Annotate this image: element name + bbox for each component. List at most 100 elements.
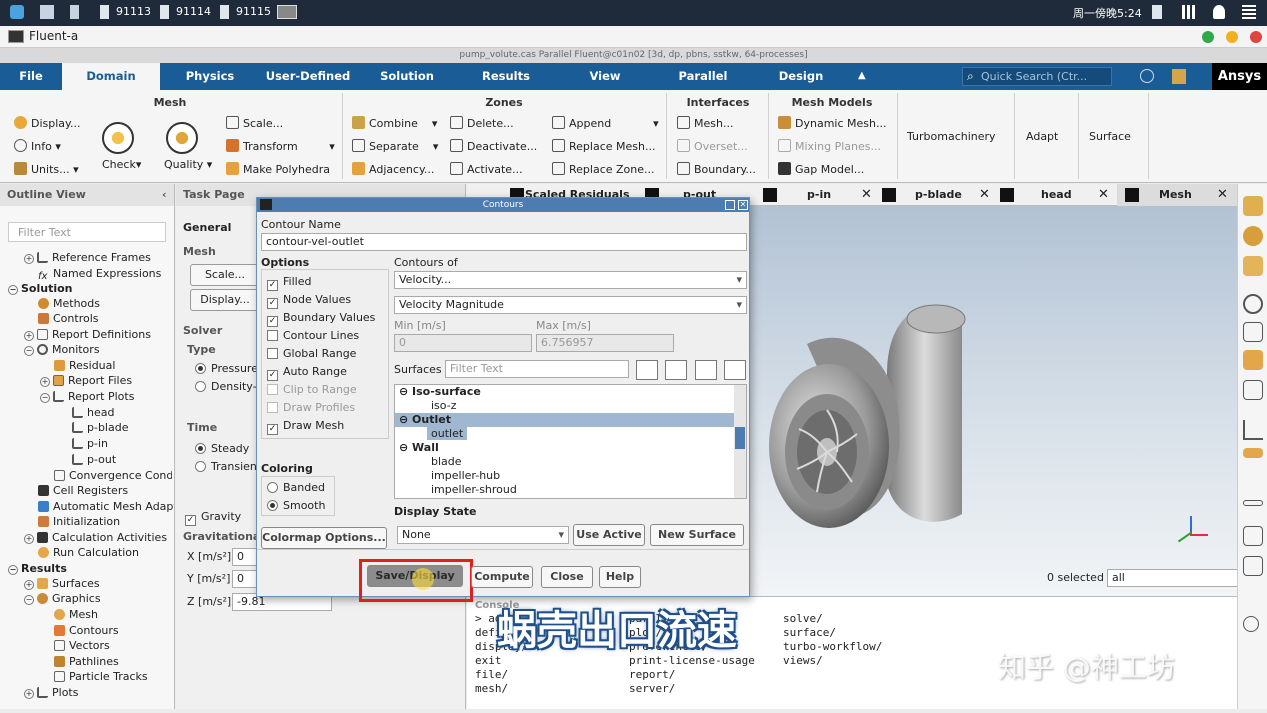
contour-lines-checkbox[interactable]: Contour Lines (267, 329, 359, 342)
colormap-options-button[interactable]: Colormap Options... (261, 527, 387, 549)
dialog-close-icon[interactable]: ✕ (738, 200, 748, 210)
list-item-impeller-hub[interactable]: impeller-hub (395, 469, 735, 483)
ruler-icon[interactable] (1243, 448, 1263, 458)
replace-mesh-button[interactable]: Replace Mesh... (552, 139, 655, 153)
menu-view[interactable]: View (570, 63, 640, 90)
display-state-select[interactable]: None (397, 526, 569, 544)
contours-of-select[interactable]: Velocity... (394, 271, 747, 289)
print-icon[interactable] (1243, 556, 1263, 576)
surfaces-list[interactable]: ⊖ Iso-surface iso-z ⊖ Outlet outlet ⊖ Wa… (394, 384, 747, 499)
pan-icon[interactable] (1243, 256, 1263, 276)
global-range-checkbox[interactable]: Global Range (267, 347, 356, 360)
collapse-icon[interactable]: − (24, 346, 34, 356)
task-scale-button[interactable]: Scale... (190, 264, 260, 286)
pressure-based-radio[interactable]: Pressure (195, 362, 258, 375)
file-icon[interactable] (70, 5, 79, 19)
adapt-button[interactable]: Adapt (1026, 130, 1058, 143)
variable-select[interactable]: Velocity Magnitude (394, 296, 747, 314)
activate-button[interactable]: Activate... (450, 162, 523, 176)
tree-results[interactable]: − Results (8, 562, 67, 575)
tab-mesh-active[interactable]: Mesh ✕ (1117, 184, 1237, 206)
zoom-fit-icon[interactable] (1243, 196, 1263, 216)
view-icon[interactable] (1243, 294, 1263, 314)
deselect-icon[interactable] (724, 360, 746, 380)
probe-icon[interactable] (1243, 322, 1263, 342)
steady-radio[interactable]: Steady (195, 442, 249, 455)
menu-domain[interactable]: Domain (62, 63, 160, 90)
dynamic-mesh-button[interactable]: Dynamic Mesh... (778, 116, 886, 130)
select-all-icon[interactable] (636, 360, 658, 380)
replace-zone-button[interactable]: Replace Zone... (552, 162, 655, 176)
interface-mesh-button[interactable]: Mesh... (677, 116, 733, 130)
expand-icon[interactable]: + (24, 534, 34, 544)
tree-pathlines[interactable]: Pathlines (54, 655, 119, 668)
surface-button[interactable]: Surface (1089, 130, 1131, 143)
quick-search[interactable]: ⌕ Quick Search (Ctr... (962, 67, 1112, 86)
tree-methods[interactable]: Methods (38, 297, 100, 310)
list-item-iso-surface[interactable]: ⊖ Iso-surface (395, 385, 735, 399)
tree-automatic-mesh-adaption[interactable]: Automatic Mesh Adaption (38, 500, 174, 513)
tree-reference-frames[interactable]: + Reference Frames (24, 251, 151, 264)
help-icon[interactable] (1140, 69, 1154, 83)
tree-monitors[interactable]: − Monitors (24, 343, 100, 356)
expand-icon[interactable]: + (24, 331, 34, 341)
turbomachinery-button[interactable]: Turbomachinery (907, 130, 996, 143)
contour-name-field[interactable]: contour-vel-outlet (261, 233, 747, 251)
list-scroll-thumb[interactable] (735, 427, 745, 449)
min-field[interactable]: 0 (394, 334, 532, 352)
folder-icon[interactable] (40, 5, 54, 19)
transform-button[interactable]: Transform ▾ (226, 139, 335, 153)
delete-button[interactable]: Delete... (450, 116, 514, 130)
tree-calculation-activities[interactable]: + Calculation Activities (24, 531, 167, 544)
tree-plot-p-blade[interactable]: p-blade (72, 421, 128, 434)
tab-head[interactable]: head (1041, 184, 1072, 206)
user-icon[interactable] (1213, 5, 1225, 19)
collapse-ribbon-icon[interactable]: ▲ (858, 70, 866, 81)
list-item-outlet[interactable]: outlet (395, 427, 735, 441)
copy-icon[interactable] (1243, 526, 1263, 546)
tree-plot-head[interactable]: head (72, 406, 114, 419)
tree-report-files[interactable]: + Report Files (40, 374, 132, 387)
max-field[interactable]: 6.756957 (536, 334, 674, 352)
tree-run-calculation[interactable]: Run Calculation (38, 546, 139, 559)
clip-to-range-checkbox[interactable]: Clip to Range (267, 383, 357, 396)
filled-checkbox[interactable]: ✓ Filled (267, 275, 311, 291)
maximize-button[interactable] (1226, 31, 1238, 43)
node-values-checkbox[interactable]: ✓ Node Values (267, 293, 351, 309)
help-button[interactable]: Help (599, 566, 641, 588)
menu-icon[interactable] (1242, 5, 1256, 19)
gap-model-button[interactable]: Gap Model... (778, 162, 864, 176)
boundary-values-checkbox[interactable]: ✓ Boundary Values (267, 311, 375, 327)
banded-radio[interactable]: Banded (267, 481, 325, 494)
tree-convergence-conditions[interactable]: Convergence Conditions (54, 469, 172, 482)
tree-particle-tracks[interactable]: Particle Tracks (54, 670, 148, 683)
close-dialog-button[interactable]: Close (541, 566, 593, 588)
tree-report-plots[interactable]: − Report Plots (40, 390, 134, 403)
menu-user-defined[interactable]: User-Defined (258, 63, 358, 90)
close-tab-icon[interactable]: ✕ (861, 187, 872, 202)
expand-icon[interactable]: + (24, 254, 34, 264)
tree-plot-p-in[interactable]: p-in (72, 437, 108, 450)
combine-button[interactable]: Combine ▾ (352, 116, 437, 130)
task-display-button[interactable]: Display... (190, 289, 260, 311)
menu-file[interactable]: File (0, 63, 62, 90)
undo-view-icon[interactable] (1243, 380, 1263, 400)
filter-icon[interactable] (665, 360, 687, 380)
gravity-checkbox[interactable]: ✓ Gravity (185, 510, 241, 526)
list-item-blade[interactable]: blade (395, 455, 735, 469)
close-tab-icon[interactable]: ✕ (1217, 187, 1228, 202)
tab-p-blade[interactable]: p-blade (915, 184, 962, 206)
fluent-task-icon[interactable] (277, 5, 297, 19)
info-console-icon[interactable] (1243, 616, 1259, 632)
quality-button[interactable]: Quality ▾ (164, 158, 212, 171)
collapse-icon[interactable]: − (40, 393, 50, 403)
draw-profiles-checkbox[interactable]: Draw Profiles (267, 401, 355, 414)
deactivate-button[interactable]: Deactivate... (450, 139, 537, 153)
tree-controls[interactable]: Controls (38, 312, 99, 325)
separate-button[interactable]: Separate ▾ (352, 139, 438, 153)
expand-icon[interactable]: + (40, 377, 50, 387)
draw-mesh-checkbox[interactable]: ✓ Draw Mesh (267, 419, 344, 435)
overset-button[interactable]: Overset... (677, 139, 748, 153)
menu-physics[interactable]: Physics (170, 63, 250, 90)
minimize-button[interactable] (1202, 31, 1214, 43)
